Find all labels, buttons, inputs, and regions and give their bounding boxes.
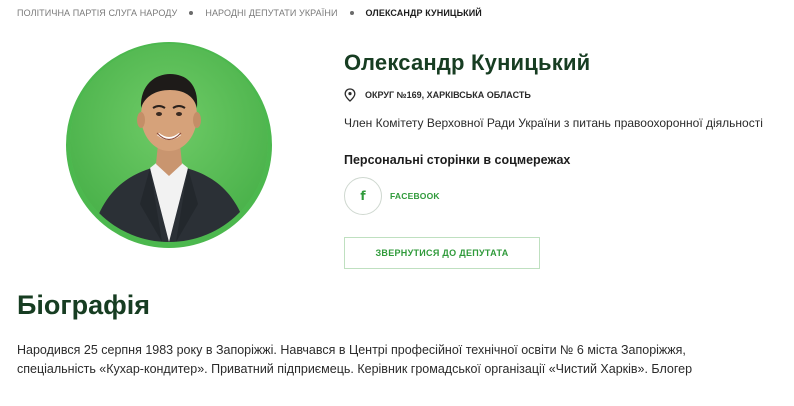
- facebook-icon: f: [360, 189, 366, 203]
- district-label: ОКРУГ №169, ХАРКІВСЬКА ОБЛАСТЬ: [365, 90, 531, 100]
- deputy-name: Олександр Куницький: [344, 50, 591, 75]
- breadcrumb-link-deputies[interactable]: НАРОДНІ ДЕПУТАТИ УКРАЇНИ: [205, 8, 337, 18]
- biography-title: Біографія: [17, 290, 151, 320]
- breadcrumb: ПОЛІТИЧНА ПАРТІЯ СЛУГА НАРОДУ НАРОДНІ ДЕ…: [17, 6, 482, 20]
- portrait-illustration: [70, 44, 268, 242]
- contact-deputy-button[interactable]: ЗВЕРНУТИСЯ ДО ДЕПУТАТА: [344, 237, 540, 269]
- facebook-link[interactable]: FACEBOOK: [390, 191, 440, 201]
- breadcrumb-current: ОЛЕКСАНДР КУНИЦЬКИЙ: [365, 8, 482, 18]
- facebook-icon-button[interactable]: f: [344, 177, 382, 215]
- deputy-portrait: [66, 42, 272, 248]
- district-info: ОКРУГ №169, ХАРКІВСЬКА ОБЛАСТЬ: [344, 88, 531, 102]
- biography-text: Народився 25 серпня 1983 року в Запоріжж…: [17, 343, 693, 376]
- map-pin-icon: [344, 88, 356, 102]
- social-heading: Персональні сторінки в соцмережах: [344, 153, 571, 167]
- breadcrumb-separator: [349, 11, 354, 15]
- committee-text: Член Комітету Верховної Ради України з п…: [344, 116, 763, 130]
- breadcrumb-link-party[interactable]: ПОЛІТИЧНА ПАРТІЯ СЛУГА НАРОДУ: [17, 8, 177, 18]
- portrait-photo: [70, 44, 268, 242]
- breadcrumb-separator: [189, 11, 194, 15]
